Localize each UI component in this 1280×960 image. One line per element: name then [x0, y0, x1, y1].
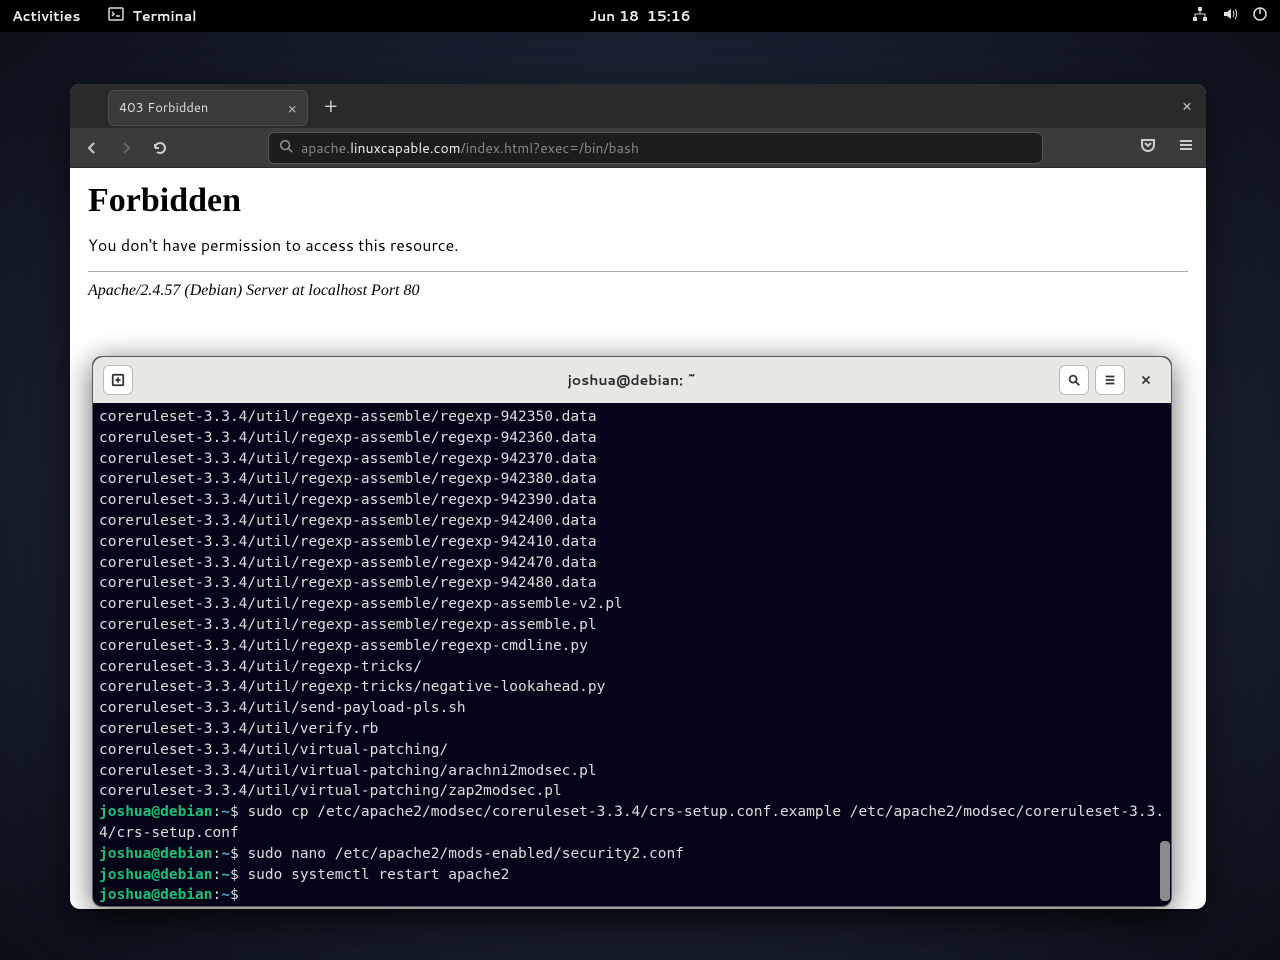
back-button[interactable]: [82, 138, 102, 158]
browser-viewport: Forbidden You don't have permission to a…: [70, 168, 1206, 314]
terminal-titlebar: joshua@debian: ~: [93, 357, 1171, 403]
power-icon[interactable]: [1252, 6, 1268, 27]
terminal-search-button[interactable]: [1059, 365, 1089, 395]
pocket-icon[interactable]: [1140, 136, 1156, 159]
terminal-window: joshua@debian: ~ coreruleset-3.3.4/util/…: [92, 356, 1172, 907]
gnome-topbar: Activities Terminal Jun 18 15:16: [0, 0, 1280, 32]
clock[interactable]: Jun 18 15:16: [589, 6, 690, 26]
page-message: You don't have permission to access this…: [88, 234, 1188, 257]
terminal-title: joshua@debian: ~: [568, 370, 697, 390]
tab-close-icon[interactable]: ×: [287, 98, 297, 119]
browser-tab[interactable]: 403 Forbidden ×: [108, 90, 308, 126]
network-icon[interactable]: [1192, 6, 1208, 27]
page-heading: Forbidden: [88, 182, 1188, 220]
reload-button[interactable]: [150, 138, 170, 158]
browser-toolbar: apache.linuxcapable.com/index.html?exec=…: [70, 128, 1206, 168]
url-text: apache.linuxcapable.com/index.html?exec=…: [301, 138, 639, 158]
server-signature: Apache/2.4.57 (Debian) Server at localho…: [88, 282, 1188, 300]
window-close-icon[interactable]: ×: [1182, 95, 1192, 118]
url-bar[interactable]: apache.linuxcapable.com/index.html?exec=…: [268, 132, 1043, 164]
new-terminal-tab-button[interactable]: [103, 365, 133, 395]
forward-button[interactable]: [116, 138, 136, 158]
hamburger-menu-icon[interactable]: [1178, 136, 1194, 159]
page-divider: [88, 271, 1188, 272]
activities-button[interactable]: Activities: [12, 6, 80, 26]
tab-title: 403 Forbidden: [119, 99, 208, 117]
active-app-label: Terminal: [132, 6, 196, 26]
terminal-menu-button[interactable]: [1095, 365, 1125, 395]
activities-label: Activities: [12, 6, 80, 26]
new-tab-button[interactable]: +: [324, 96, 338, 116]
terminal-scrollbar[interactable]: [1160, 841, 1170, 901]
search-icon: [279, 138, 293, 158]
terminal-close-button[interactable]: [1131, 365, 1161, 395]
browser-tabbar: 403 Forbidden × + ×: [70, 84, 1206, 128]
terminal-body[interactable]: coreruleset-3.3.4/util/regexp-assemble/r…: [93, 403, 1171, 906]
active-app-indicator[interactable]: Terminal: [108, 6, 196, 27]
volume-icon[interactable]: [1222, 6, 1238, 27]
terminal-app-icon: [108, 6, 124, 27]
